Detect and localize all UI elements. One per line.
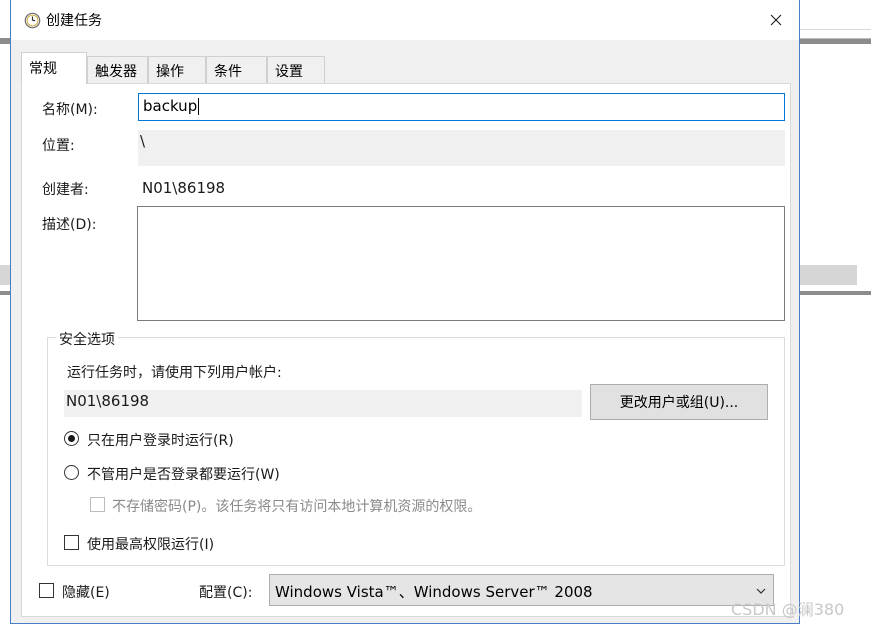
clock-icon: [24, 12, 41, 29]
background-divider: [800, 38, 871, 44]
background-divider: [0, 38, 10, 44]
tab-general[interactable]: 常规: [21, 52, 87, 84]
configure-select[interactable]: Windows Vista™、Windows Server™ 2008: [269, 574, 774, 606]
configure-label: 配置(C):: [199, 585, 253, 601]
highest-privileges-checkbox[interactable]: [64, 535, 79, 550]
author-label: 创建者:: [42, 182, 89, 198]
name-label: 名称(M):: [42, 102, 98, 118]
radio-run-whether-logged-on-label[interactable]: 不管用户是否登录都要运行(W): [87, 464, 280, 484]
background-toolbar: [800, 0, 871, 30]
description-textarea[interactable]: [137, 206, 785, 321]
text-caret: [198, 98, 200, 115]
user-account-value: N01\86198: [66, 392, 150, 410]
location-value: \: [140, 132, 146, 150]
create-task-dialog: 创建任务 常规 触发器 操作 条件 设置 名称(M): backup 位置: \…: [10, 0, 800, 624]
run-as-label: 运行任务时，请使用下列用户帐户:: [67, 365, 282, 381]
tab-conditions[interactable]: 条件: [206, 56, 267, 83]
window-title: 创建任务: [46, 13, 102, 29]
hidden-label[interactable]: 隐藏(E): [62, 582, 110, 602]
location-field: \: [138, 130, 785, 166]
no-store-password-label: 不存储密码(P)。该任务将只有访问本地计算机资源的权限。: [112, 499, 482, 515]
background-scrollbar: [0, 265, 10, 285]
name-input[interactable]: backup: [138, 93, 785, 121]
user-account-field: N01\86198: [64, 390, 582, 417]
background-divider: [800, 291, 871, 295]
watermark-text: CSDN @澜380: [731, 600, 845, 619]
name-value: backup: [143, 97, 198, 115]
radio-run-logged-on[interactable]: [64, 431, 79, 446]
no-store-password-checkbox: [90, 497, 105, 512]
close-button[interactable]: [753, 0, 799, 40]
background-scrollbar: [800, 265, 871, 285]
radio-run-logged-on-label[interactable]: 只在用户登录时运行(R): [87, 430, 234, 450]
description-label: 描述(D):: [42, 217, 97, 233]
close-icon: [770, 14, 782, 26]
configure-value: Windows Vista™、Windows Server™ 2008: [275, 583, 593, 601]
tab-triggers[interactable]: 触发器: [87, 56, 148, 83]
background-window: [800, 0, 871, 624]
hidden-checkbox[interactable]: [39, 583, 54, 598]
background-divider: [0, 291, 10, 295]
author-value: N01\86198: [142, 179, 226, 197]
tab-settings[interactable]: 设置: [267, 56, 325, 83]
change-user-button[interactable]: 更改用户或组(U)...: [590, 384, 768, 420]
security-options-title: 安全选项: [56, 329, 118, 349]
tab-actions[interactable]: 操作: [148, 56, 206, 83]
general-tab-panel: 名称(M): backup 位置: \ 创建者: N01\86198 描述(D)…: [21, 83, 791, 617]
highest-privileges-label[interactable]: 使用最高权限运行(I): [87, 534, 214, 554]
title-bar: 创建任务: [11, 0, 799, 40]
location-label: 位置:: [42, 138, 75, 154]
radio-run-whether-logged-on[interactable]: [64, 465, 79, 480]
